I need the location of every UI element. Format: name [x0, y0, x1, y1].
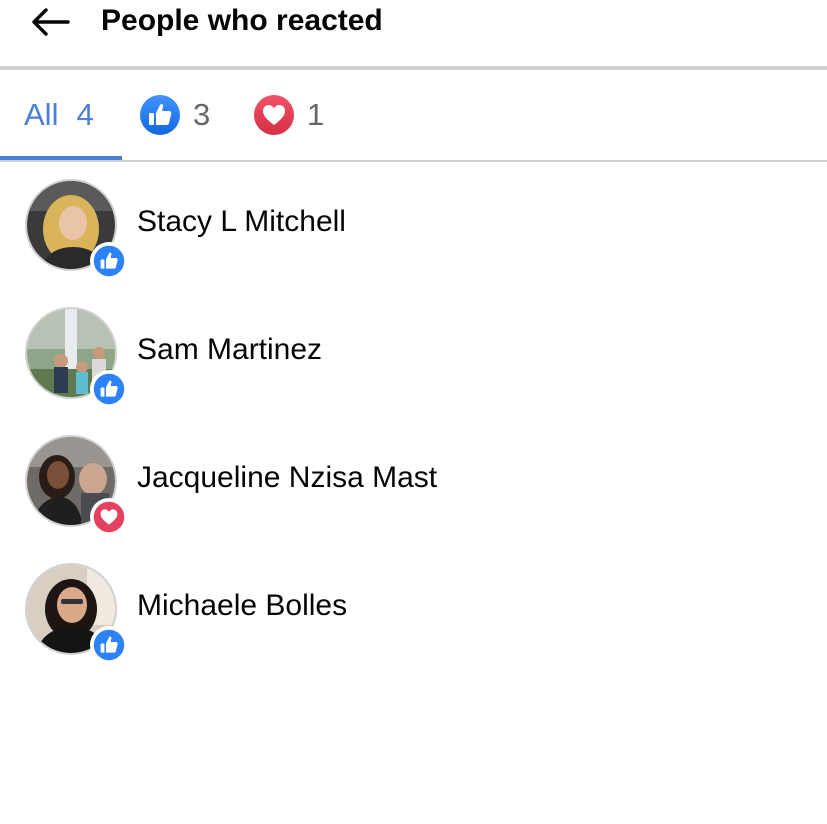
top-bar: People who reacted — [0, 0, 827, 70]
like-icon — [93, 373, 125, 405]
reaction-badge — [90, 370, 128, 408]
reaction-badge — [90, 626, 128, 664]
list-item[interactable]: Sam Martinez — [0, 290, 827, 418]
person-name[interactable]: Michaele Bolles — [137, 586, 347, 626]
tab-love[interactable]: 1 — [253, 70, 324, 160]
like-icon — [140, 95, 180, 135]
back-button[interactable] — [28, 4, 72, 40]
list-item[interactable]: Stacy L Mitchell — [0, 162, 827, 290]
tab-love-count: 1 — [307, 97, 325, 132]
love-icon — [93, 501, 125, 533]
person-name[interactable]: Stacy L Mitchell — [137, 202, 346, 242]
reaction-badge — [90, 242, 128, 280]
page-title: People who reacted — [101, 4, 383, 37]
reaction-badge — [90, 498, 128, 536]
tab-all[interactable]: All 4 — [24, 70, 94, 160]
reactors-list: Stacy L Mitchell Sam Martinez Jacqueline… — [0, 162, 827, 674]
reaction-tabs: All 4 3 1 — [0, 70, 827, 162]
love-icon — [254, 95, 294, 135]
list-item[interactable]: Michaele Bolles — [0, 546, 827, 674]
tab-like[interactable]: 3 — [139, 70, 210, 160]
like-icon — [93, 245, 125, 277]
tab-all-count: 4 — [76, 97, 94, 132]
tab-all-label: All — [24, 97, 59, 132]
like-icon — [93, 629, 125, 661]
tab-like-count: 3 — [193, 97, 211, 132]
person-name[interactable]: Sam Martinez — [137, 330, 322, 370]
person-name[interactable]: Jacqueline Nzisa Mast — [137, 458, 437, 498]
active-tab-indicator — [0, 156, 122, 160]
back-arrow-icon — [32, 8, 70, 36]
list-item[interactable]: Jacqueline Nzisa Mast — [0, 418, 827, 546]
